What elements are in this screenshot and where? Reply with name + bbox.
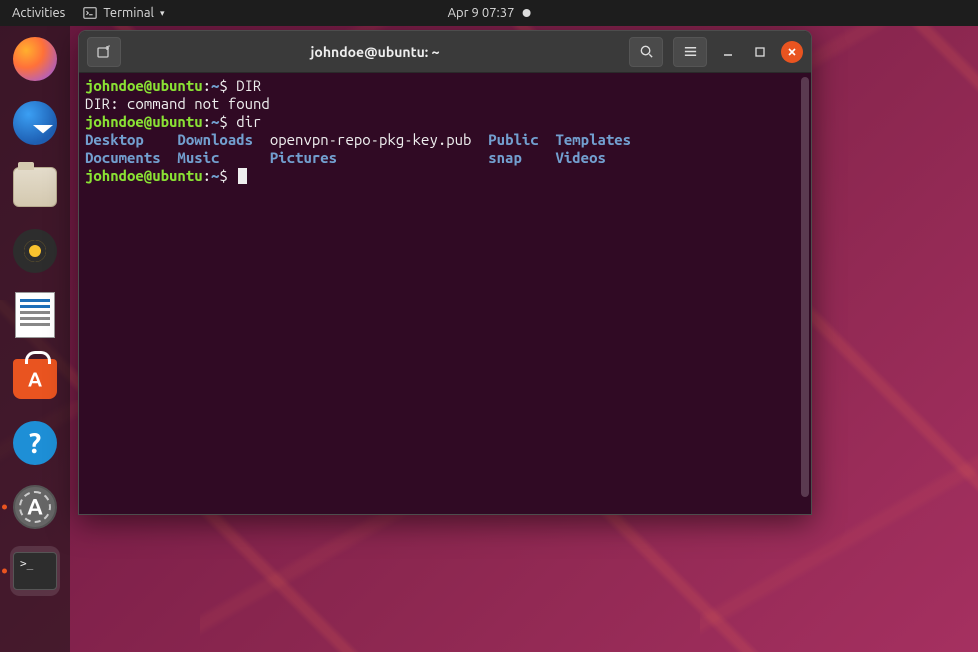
dock-item-firefox[interactable] (10, 34, 60, 84)
dir-entry: Templates (555, 131, 631, 148)
prompt-symbol: $ (219, 77, 227, 94)
terminal-icon (13, 552, 57, 590)
titlebar[interactable]: johndoe@ubuntu: ~ (79, 31, 811, 73)
help-icon: ? (13, 421, 57, 465)
dock-item-updater[interactable] (10, 482, 60, 532)
cursor (238, 168, 247, 184)
dir-entry: snap (488, 149, 522, 166)
dock-item-software[interactable] (10, 354, 60, 404)
command-2: dir (236, 113, 261, 130)
files-icon (13, 167, 57, 207)
dir-entry: Videos (555, 149, 605, 166)
prompt-colon: : (203, 113, 211, 130)
prompt-user: johndoe@ubuntu (85, 77, 203, 94)
software-icon (13, 359, 57, 399)
dir-entry: Pictures (270, 149, 337, 166)
error-line: DIR: command not found (85, 95, 270, 112)
window-title: johndoe@ubuntu: ~ (121, 44, 629, 60)
updater-icon (13, 485, 57, 529)
dock-item-thunderbird[interactable] (10, 98, 60, 148)
top-bar: Activities Terminal ▾ Apr 9 07:37 (0, 0, 978, 26)
app-menu-label: Terminal (103, 6, 154, 20)
terminal-window: johndoe@ubuntu: ~ johndoe@ubuntu:~$ DIR … (78, 30, 812, 515)
dock-item-terminal[interactable] (10, 546, 60, 596)
prompt-colon: : (203, 167, 211, 184)
command-1: DIR (236, 77, 261, 94)
dir-entry: Public (488, 131, 538, 148)
maximize-icon (754, 46, 766, 58)
dock-item-rhythmbox[interactable] (10, 226, 60, 276)
scrollbar[interactable] (801, 77, 809, 497)
search-icon (639, 44, 654, 59)
dock-item-help[interactable]: ? (10, 418, 60, 468)
activities-button[interactable]: Activities (12, 6, 65, 20)
terminal-output[interactable]: johndoe@ubuntu:~$ DIR DIR: command not f… (79, 73, 811, 514)
dock: ? (0, 26, 70, 652)
new-tab-icon (96, 44, 112, 60)
maximize-button[interactable] (749, 41, 771, 63)
dock-item-files[interactable] (10, 162, 60, 212)
datetime-label: Apr 9 07:37 (448, 6, 515, 20)
prompt-symbol: $ (219, 113, 227, 130)
terminal-small-icon (83, 6, 97, 20)
dropdown-triangle-icon: ▾ (160, 8, 165, 19)
clock[interactable]: Apr 9 07:37 (448, 6, 531, 20)
close-icon (787, 47, 797, 57)
hamburger-menu-button[interactable] (673, 37, 707, 67)
dir-entry: Music (177, 149, 219, 166)
new-tab-button[interactable] (87, 37, 121, 67)
prompt-user: johndoe@ubuntu (85, 113, 203, 130)
dir-entry: Desktop (85, 131, 144, 148)
firefox-icon (13, 37, 57, 81)
dock-item-writer[interactable] (10, 290, 60, 340)
close-button[interactable] (781, 41, 803, 63)
app-menu[interactable]: Terminal ▾ (83, 6, 164, 20)
thunderbird-icon (13, 101, 57, 145)
rhythmbox-icon (13, 229, 57, 273)
writer-icon (15, 292, 55, 338)
prompt-symbol: $ (219, 167, 227, 184)
hamburger-icon (683, 44, 698, 59)
file-entry: openvpn-repo-pkg-key.pub (270, 131, 472, 148)
search-button[interactable] (629, 37, 663, 67)
minimize-icon (722, 46, 734, 58)
dir-entry: Downloads (177, 131, 253, 148)
minimize-button[interactable] (717, 41, 739, 63)
dir-entry: Documents (85, 149, 161, 166)
prompt-colon: : (203, 77, 211, 94)
notification-dot-icon (522, 9, 530, 17)
prompt-user: johndoe@ubuntu (85, 167, 203, 184)
